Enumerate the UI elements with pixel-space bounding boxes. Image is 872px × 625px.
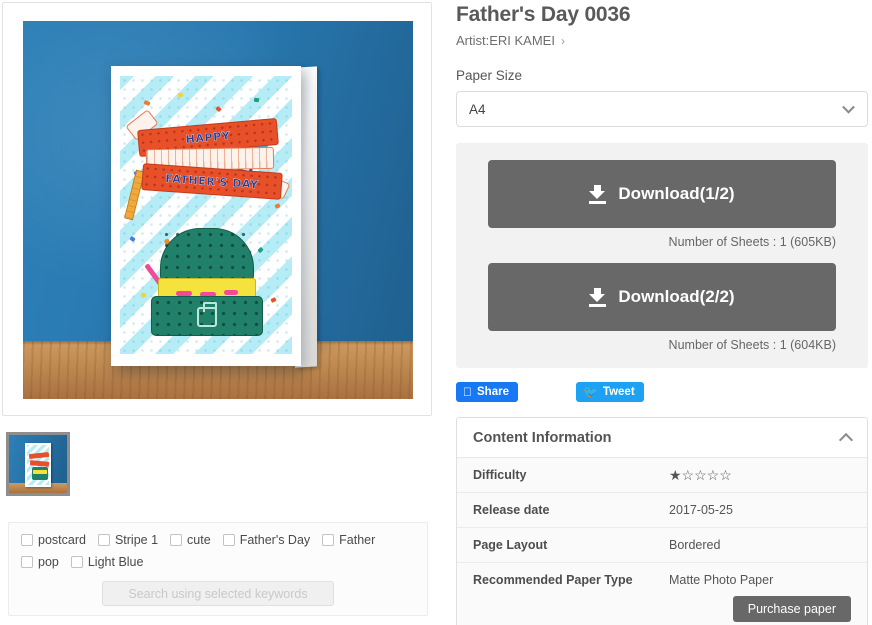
thumbnail-card	[25, 443, 51, 487]
paper-size-label: Paper Size	[456, 68, 523, 83]
details-column: Father's Day 0036 Artist:ERI KAMEI › Pap…	[456, 0, 868, 625]
download-button-2[interactable]: Download(2/2)	[488, 263, 836, 331]
checkbox-icon[interactable]	[222, 534, 235, 546]
checkbox-icon[interactable]	[170, 534, 183, 546]
keyword-checkbox-stripe-1[interactable]: Stripe 1	[97, 533, 159, 547]
greeting-card-front: HAPPY FATHER'S DAY	[111, 66, 301, 366]
image-preview-panel: HAPPY FATHER'S DAY	[2, 2, 432, 416]
chevron-right-icon: ›	[560, 33, 565, 48]
download-2-sheets-info: Number of Sheets : 1 (604KB)	[668, 338, 836, 352]
row-value: 2017-05-25	[669, 503, 733, 517]
thumbnail-ribbon-top	[28, 451, 50, 460]
difficulty-rating: ★☆☆☆☆	[669, 467, 732, 483]
toolbox-lid-dots	[161, 229, 253, 279]
download-1-sheets-info: Number of Sheets : 1 (605KB)	[668, 235, 836, 249]
toolbox-illustration	[144, 228, 266, 336]
thumbnail-item-1[interactable]	[6, 432, 70, 496]
row-value: Bordered	[669, 538, 721, 552]
keyword-checkbox-list: postcard Stripe 1 cute Father's Day Fath…	[21, 533, 415, 577]
keyword-checkbox-father[interactable]: Father	[322, 533, 375, 547]
thumbnail-ribbon-bottom	[29, 460, 50, 467]
checkbox-icon[interactable]	[97, 534, 110, 546]
toolbox-latch-icon	[197, 302, 217, 327]
social-share-row:  Share 🐦 Tweet	[456, 382, 868, 402]
keyword-label: pop	[38, 555, 59, 569]
download-icon	[589, 287, 607, 307]
keyword-label: postcard	[38, 533, 86, 547]
keyword-checkbox-postcard[interactable]: postcard	[21, 533, 86, 547]
content-information-card: Content Information Difficulty ★☆☆☆☆ Rel…	[456, 417, 868, 625]
table-row: Difficulty ★☆☆☆☆	[457, 458, 867, 493]
product-detail-page: HAPPY FATHER'S DAY postcard Stripe 1 cut…	[0, 0, 872, 625]
artist-label: Artist:ERI KAMEI	[456, 33, 555, 48]
keyword-checkbox-light-blue[interactable]: Light Blue	[70, 555, 144, 569]
keyword-checkbox-pop[interactable]: pop	[21, 555, 59, 569]
checkbox-icon[interactable]	[70, 556, 83, 568]
content-information-body: Difficulty ★☆☆☆☆ Release date 2017-05-25…	[457, 458, 867, 625]
keyword-filter-panel: postcard Stripe 1 cute Father's Day Fath…	[8, 522, 428, 616]
checkbox-icon[interactable]	[21, 534, 33, 546]
content-information-header[interactable]: Content Information	[457, 418, 867, 458]
download-panel: Download(1/2) Number of Sheets : 1 (605K…	[456, 143, 868, 368]
card-artwork: HAPPY FATHER'S DAY	[120, 76, 292, 354]
keyword-label: Stripe 1	[114, 533, 159, 547]
tool-bolt-in-tray	[224, 290, 238, 295]
download-button-2-label: Download(2/2)	[618, 287, 735, 306]
card-preview-image[interactable]: HAPPY FATHER'S DAY	[23, 21, 413, 399]
page-title: Father's Day 0036	[456, 3, 631, 26]
keyword-checkbox-fathers-day[interactable]: Father's Day	[222, 533, 311, 547]
checkbox-icon[interactable]	[322, 534, 335, 546]
table-row: Page Layout Bordered	[457, 528, 867, 563]
toolbox-lid	[160, 228, 254, 280]
thumbnail-artwork	[27, 445, 50, 485]
preview-column: HAPPY FATHER'S DAY postcard Stripe 1 cut…	[0, 0, 438, 625]
facebook-share-label: Share	[468, 386, 509, 398]
row-value-group: Matte Photo Paper Purchase paper	[669, 573, 851, 622]
download-button-1-label: Download(1/2)	[618, 184, 735, 203]
table-row: Recommended Paper Type Matte Photo Paper…	[457, 563, 867, 625]
facebook-icon: 	[463, 386, 472, 398]
keyword-label: Father's Day	[239, 533, 311, 547]
toolbox-body	[151, 296, 263, 336]
row-key: Difficulty	[473, 468, 527, 482]
search-keywords-button[interactable]: Search using selected keywords	[102, 581, 334, 606]
row-key: Release date	[473, 503, 550, 517]
row-key: Recommended Paper Type	[473, 573, 633, 587]
download-icon	[589, 184, 607, 204]
keyword-checkbox-cute[interactable]: cute	[170, 533, 211, 547]
thumbnail-tray	[33, 470, 47, 474]
chevron-up-icon[interactable]	[838, 432, 854, 447]
greeting-ribbon: HAPPY FATHER'S DAY	[120, 102, 292, 221]
row-value: Matte Photo Paper	[669, 573, 774, 587]
download-button-1[interactable]: Download(1/2)	[488, 160, 836, 228]
table-row: Release date 2017-05-25	[457, 493, 867, 528]
row-key: Page Layout	[473, 538, 548, 552]
keyword-label: Light Blue	[87, 555, 144, 569]
keyword-label: cute	[187, 533, 211, 547]
keyword-label: Father	[339, 533, 376, 547]
twitter-bird-icon: 🐦	[573, 385, 598, 399]
thumbnail-strip	[6, 432, 430, 500]
content-information-title: Content Information	[473, 429, 612, 446]
twitter-tweet-label: Tweet	[593, 386, 635, 398]
facebook-share-button[interactable]:  Share	[456, 382, 518, 402]
checkbox-icon[interactable]	[21, 556, 33, 568]
twitter-tweet-button[interactable]: 🐦 Tweet	[573, 382, 644, 402]
chevron-down-icon	[842, 100, 855, 114]
paper-size-select[interactable]: A4	[456, 91, 868, 127]
artist-link[interactable]: Artist:ERI KAMEI ›	[456, 33, 565, 48]
purchase-paper-button[interactable]: Purchase paper	[732, 596, 851, 622]
paper-size-value: A4	[469, 101, 486, 117]
